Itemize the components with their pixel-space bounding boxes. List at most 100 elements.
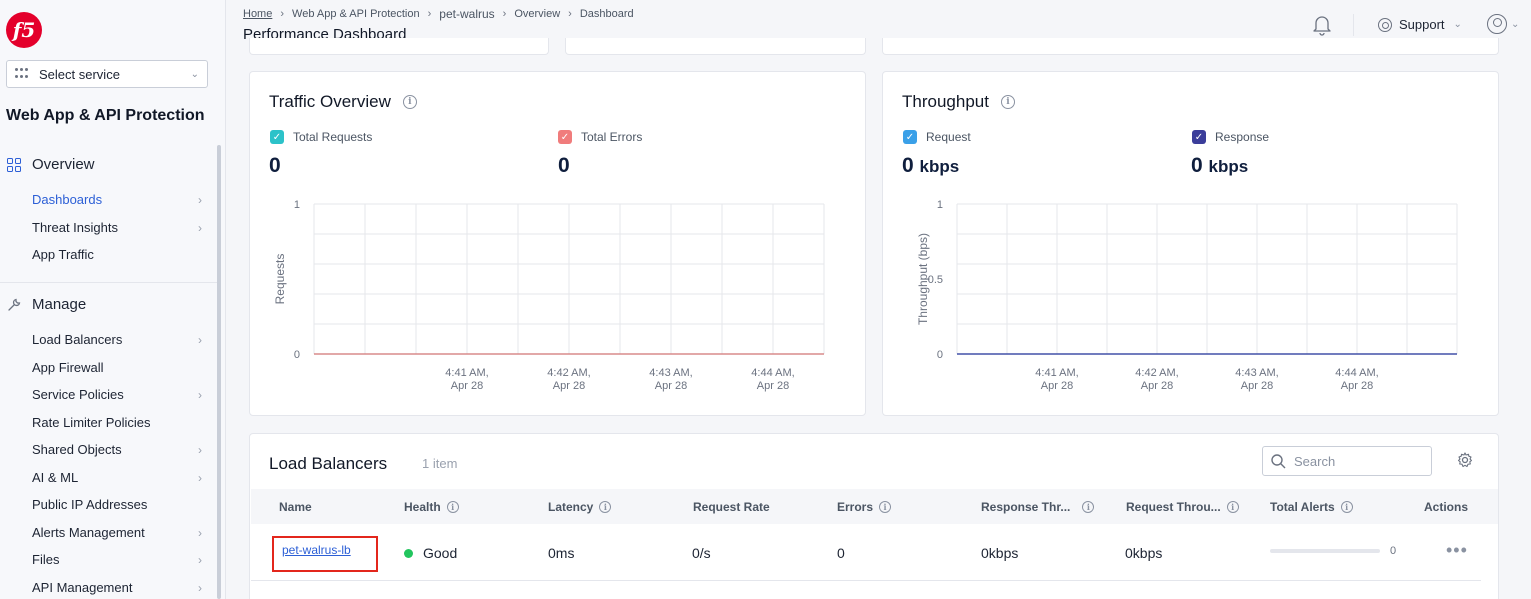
more-actions-icon[interactable]: •••	[1446, 540, 1468, 561]
nav-section-manage[interactable]: Manage	[6, 296, 86, 313]
sidebar-item-threat-insights[interactable]: Threat Insights ›	[32, 220, 202, 235]
info-icon[interactable]: i	[879, 501, 892, 513]
lb-name-link[interactable]: pet-walrus-lb	[282, 543, 351, 557]
info-icon[interactable]: i	[1226, 501, 1239, 513]
info-icon[interactable]: i	[599, 501, 612, 513]
column-header-errors[interactable]: Errors i	[837, 500, 892, 514]
latency-cell: 0ms	[548, 545, 575, 561]
health-value: Good	[423, 545, 458, 561]
nav-section-overview[interactable]: Overview	[6, 156, 95, 173]
sidebar-item-alerts-management[interactable]: Alerts Management ›	[32, 525, 202, 540]
chevron-down-icon: ⌄	[190, 68, 199, 80]
user-menu[interactable]: ⌄	[1487, 14, 1519, 34]
card-stub	[249, 38, 549, 55]
info-icon[interactable]: i	[446, 501, 459, 513]
breadcrumb-overview[interactable]: Overview	[514, 8, 560, 20]
sidebar-scrollbar[interactable]	[217, 145, 221, 599]
sidebar-item-ai-ml[interactable]: AI & ML ›	[32, 470, 202, 485]
errors-cell: 0	[837, 545, 845, 561]
sidebar-divider	[0, 282, 218, 283]
chevron-right-icon: ›	[280, 8, 285, 20]
x-tick-label: 4:42 AM,	[1135, 367, 1178, 379]
sidebar-item-label: Dashboards	[32, 192, 103, 207]
sidebar: f5 Select service ⌄ Web App & API Protec…	[0, 0, 226, 599]
gear-icon[interactable]	[1457, 452, 1473, 468]
y-tick-label: 0	[294, 349, 300, 361]
health-status-dot	[404, 548, 413, 558]
alerts-value: 0	[1390, 545, 1397, 557]
sidebar-item-label: Files	[32, 552, 60, 567]
alerts-progress-bar	[1270, 549, 1380, 553]
chevron-right-icon: ›	[198, 442, 202, 457]
search-input[interactable]	[1294, 453, 1414, 469]
column-label: Name	[279, 500, 312, 514]
column-header-total-alerts[interactable]: Total Alerts i	[1270, 500, 1353, 514]
y-tick-label: 1	[937, 199, 943, 211]
sidebar-item-label: App Firewall	[32, 360, 104, 375]
load-balancers-title: Load Balancers	[269, 454, 388, 473]
breadcrumb-workspace[interactable]: Web App & API Protection	[292, 8, 420, 20]
x-tick-label: 4:42 AM,	[547, 367, 590, 379]
sidebar-item-label: Service Policies	[32, 387, 124, 402]
dashboard-grid-icon	[6, 157, 22, 173]
sidebar-item-load-balancers[interactable]: Load Balancers ›	[32, 332, 202, 347]
column-header-latency[interactable]: Latency i	[548, 500, 612, 514]
sidebar-item-files[interactable]: Files ›	[32, 552, 202, 567]
card-stub	[882, 38, 1499, 55]
request-throughput-cell: 0kbps	[1125, 545, 1163, 561]
sidebar-item-label: AI & ML	[32, 470, 79, 485]
y-axis-label: Requests	[273, 254, 287, 305]
chevron-right-icon: ›	[198, 580, 202, 595]
x-tick-label: 4:43 AM,	[1235, 367, 1278, 379]
support-menu[interactable]: Support ⌄	[1378, 17, 1462, 32]
sidebar-item-shared-objects[interactable]: Shared Objects ›	[32, 442, 202, 457]
traffic-overview-card: Traffic Overview i ✓ Total Requests 0 ✓ …	[249, 71, 866, 416]
total-alerts-cell: 0	[1270, 545, 1396, 557]
lifebuoy-icon	[1378, 17, 1392, 32]
sidebar-item-service-policies[interactable]: Service Policies ›	[32, 387, 202, 402]
chevron-down-icon: ⌄	[1453, 19, 1462, 30]
bell-icon[interactable]	[1312, 14, 1332, 36]
sidebar-item-api-management[interactable]: API Management ›	[32, 580, 202, 595]
support-label: Support	[1399, 17, 1445, 32]
chevron-right-icon: ›	[198, 332, 202, 347]
card-stub	[565, 38, 866, 55]
select-service-dropdown[interactable]: Select service ⌄	[6, 60, 208, 88]
load-balancers-card: Load Balancers 1 item Name Healthi Laten…	[249, 433, 1499, 599]
column-label: Errors	[837, 500, 874, 514]
column-header-actions: Actions	[1424, 500, 1468, 514]
health-cell: Good	[404, 545, 457, 561]
x-tick-label: 4:43 AM,	[649, 367, 692, 379]
sidebar-item-app-firewall[interactable]: App Firewall	[32, 360, 202, 375]
x-tick-label: Apr 28	[655, 380, 687, 392]
response-throughput-cell: 0kbps	[981, 545, 1019, 561]
select-service-label: Select service	[39, 66, 120, 82]
column-header-request-throughput[interactable]: Request Throu... i	[1126, 500, 1239, 514]
search-field[interactable]	[1262, 446, 1432, 476]
sidebar-item-rate-limiter-policies[interactable]: Rate Limiter Policies	[32, 415, 202, 430]
chevron-right-icon: ›	[198, 552, 202, 567]
column-header-response-throughput[interactable]: Response Thr... i	[981, 500, 1095, 514]
sidebar-item-app-traffic[interactable]: App Traffic	[32, 247, 202, 262]
request-rate-cell: 0/s	[692, 545, 711, 561]
breadcrumb-namespace[interactable]: pet-walrus	[439, 7, 494, 21]
search-icon	[1271, 453, 1286, 468]
chevron-right-icon: ›	[198, 470, 202, 485]
info-icon[interactable]: i	[1082, 501, 1095, 513]
column-header-request-rate[interactable]: Request Rate	[693, 500, 770, 514]
sidebar-item-public-ip-addresses[interactable]: Public IP Addresses	[32, 497, 202, 512]
breadcrumb-home[interactable]: Home	[243, 8, 272, 20]
column-header-health[interactable]: Health i	[404, 500, 459, 514]
chevron-right-icon: ›	[198, 387, 202, 402]
sidebar-item-label: App Traffic	[32, 247, 94, 262]
chevron-right-icon: ›	[198, 220, 202, 235]
x-tick-label: 4:44 AM,	[751, 367, 794, 379]
sidebar-item-dashboards[interactable]: Dashboards ›	[32, 192, 202, 207]
x-tick-label: Apr 28	[1041, 380, 1073, 392]
traffic-chart: 10Requests4:41 AM,Apr 284:42 AM,Apr 284:…	[273, 199, 825, 392]
column-header-name[interactable]: Name	[279, 500, 312, 514]
column-label: Response Thr...	[981, 500, 1071, 514]
app-grid-icon	[15, 68, 31, 80]
info-icon[interactable]: i	[1340, 501, 1353, 513]
f5-logo[interactable]: f5	[6, 12, 42, 48]
